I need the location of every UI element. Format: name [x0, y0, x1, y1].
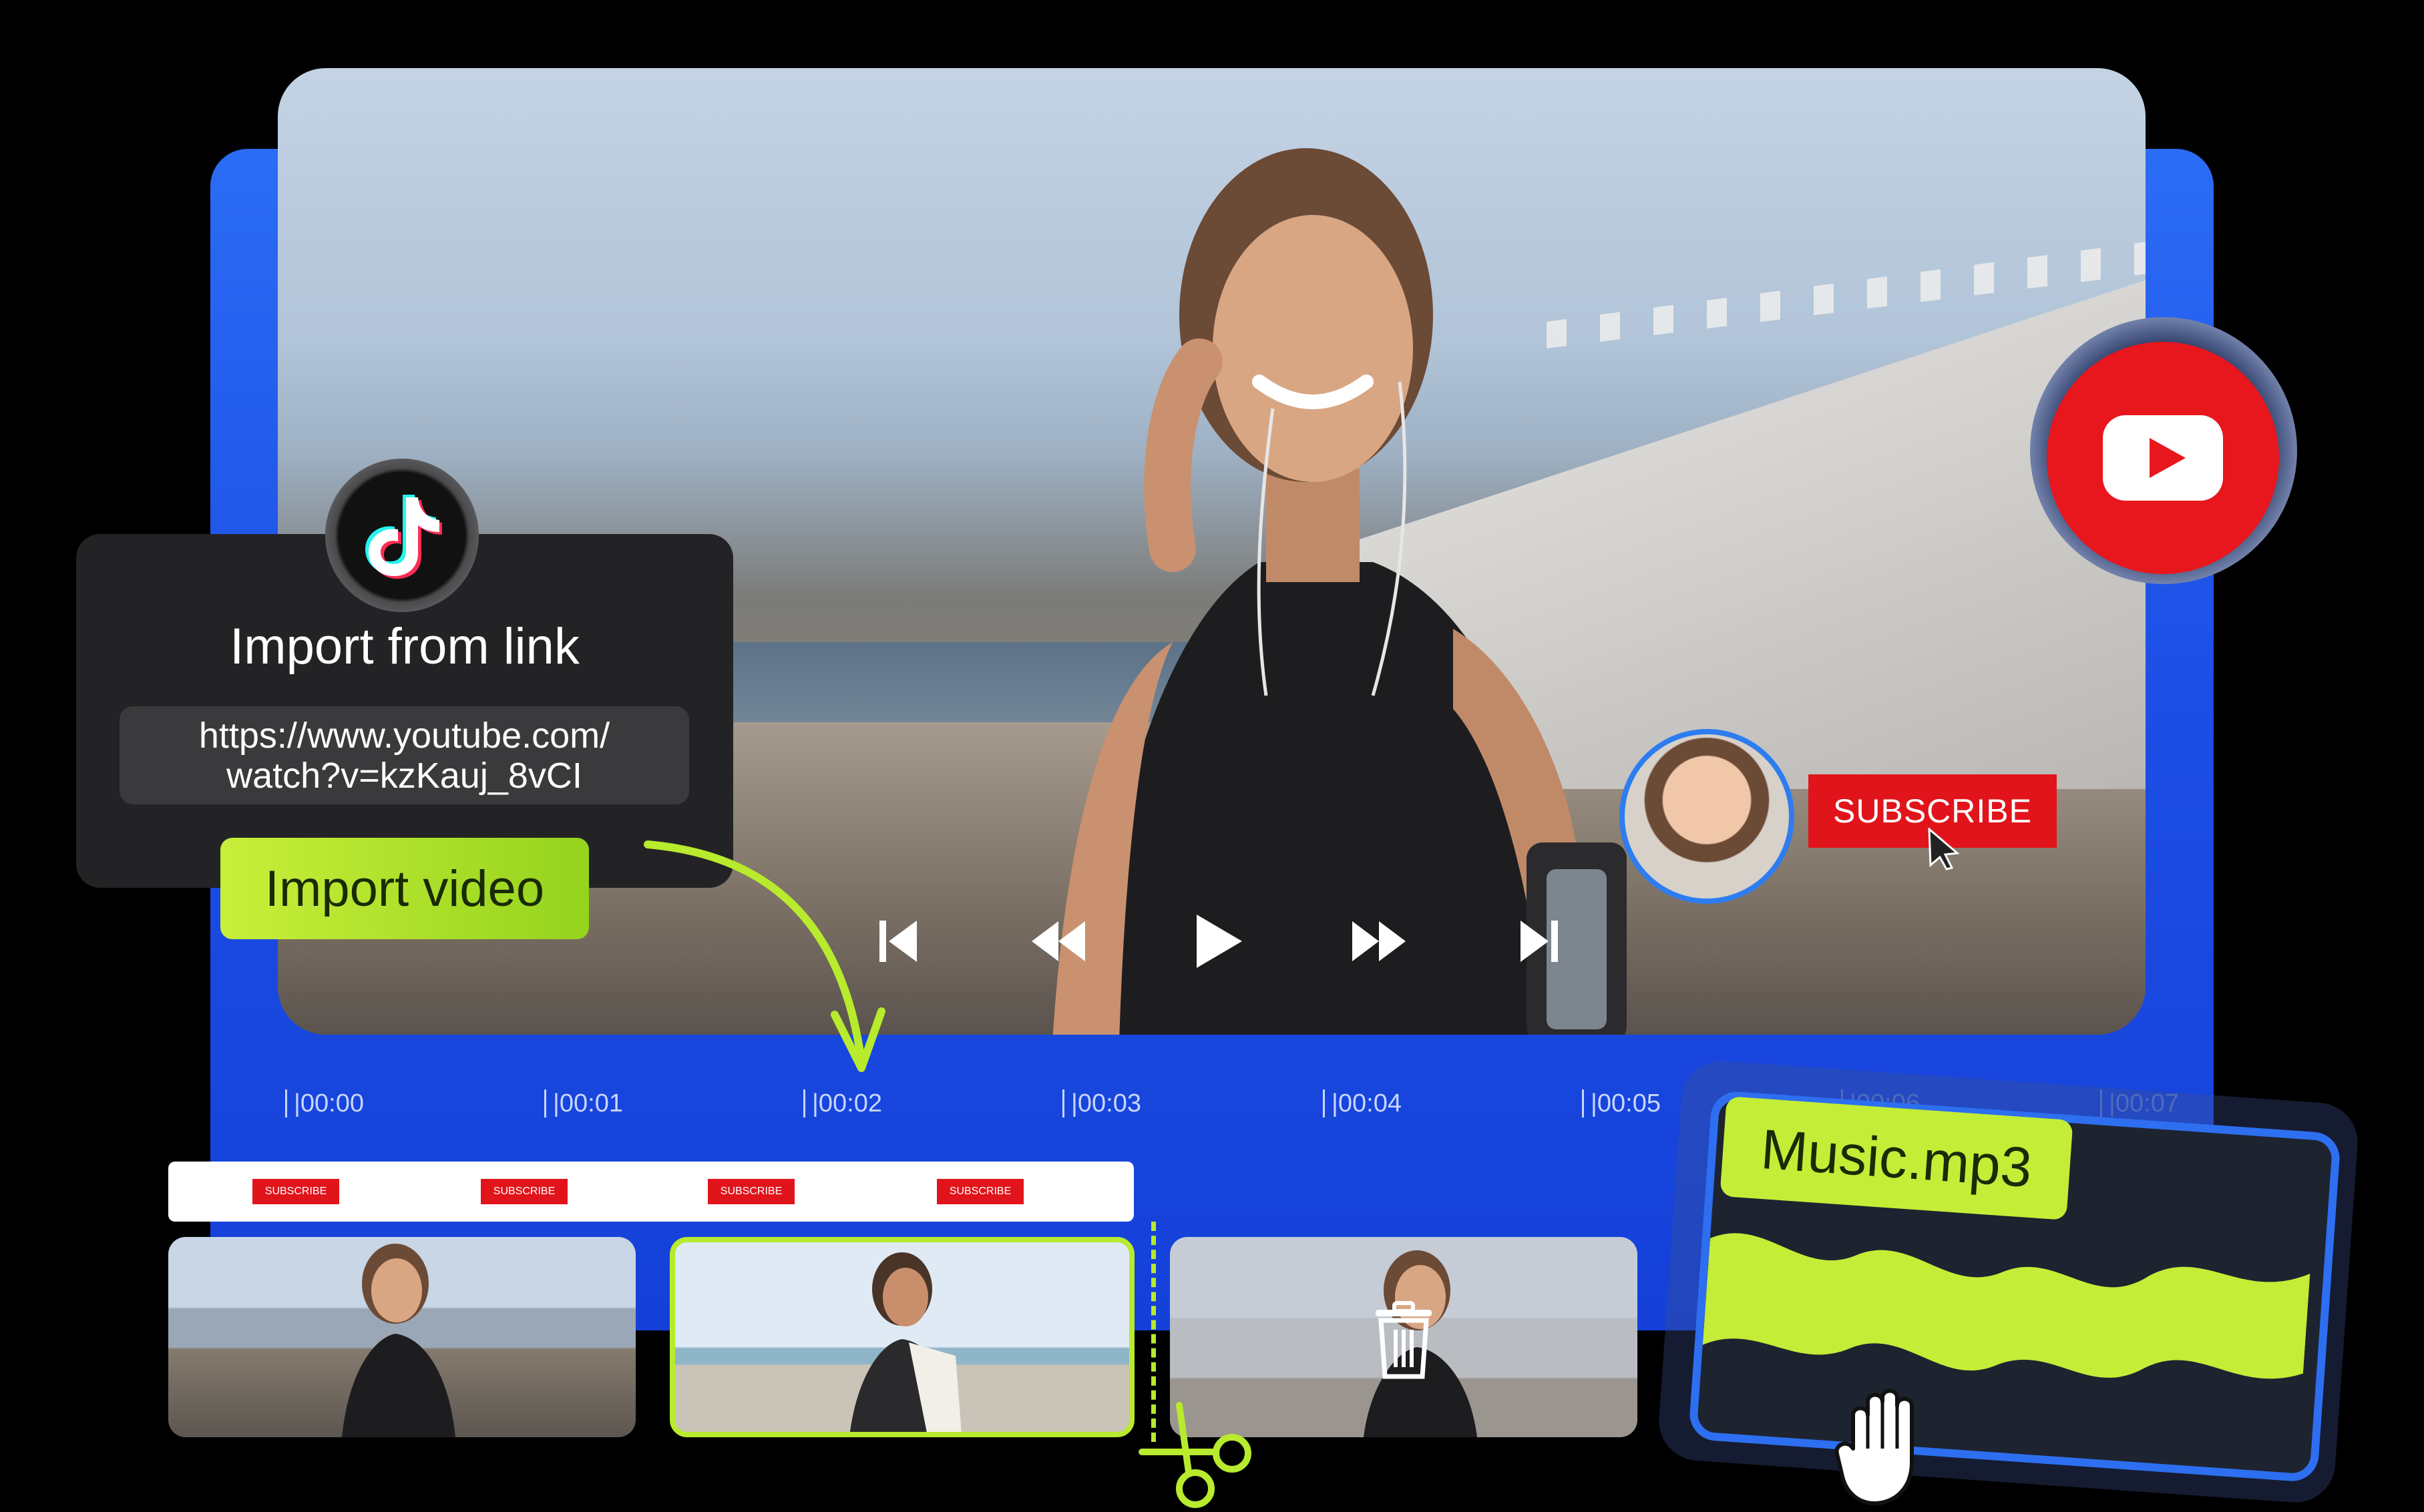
video-clip-1[interactable]	[168, 1237, 636, 1437]
timeline-tick: |00:05	[1582, 1089, 1661, 1117]
clip-thumbnail	[850, 1252, 962, 1432]
youtube-logo-icon[interactable]	[2047, 342, 2279, 574]
audio-waveform	[1702, 1233, 2310, 1379]
scissors-icon[interactable]	[1135, 1399, 1255, 1509]
timeline-tick: |00:04	[1323, 1089, 1402, 1117]
subscribe-clip[interactable]: SUBSCRIBE	[708, 1179, 795, 1204]
url-input[interactable]: https://www.youtube.com/ watch?v=kzKauj_…	[120, 706, 689, 804]
trash-icon[interactable]	[1370, 1300, 1437, 1380]
url-line-2: watch?v=kzKauj_8vCI	[226, 755, 582, 796]
import-video-button[interactable]: Import video	[220, 838, 589, 939]
timeline-tick: |00:02	[803, 1089, 882, 1117]
timeline-tick: |00:00	[285, 1089, 364, 1117]
curved-arrow-icon	[644, 840, 885, 1072]
subscribe-label: SUBSCRIBE	[1833, 792, 2032, 830]
hand-cursor-icon	[1834, 1389, 1914, 1505]
import-video-label: Import video	[264, 860, 545, 917]
url-line-1: https://www.youtube.com/	[198, 715, 610, 756]
rewind-icon[interactable]	[1028, 911, 1088, 971]
timeline-tick: |00:03	[1062, 1089, 1141, 1117]
fast-forward-icon[interactable]	[1349, 911, 1409, 971]
timeline-tick: |00:01	[544, 1089, 623, 1117]
tiktok-logo-icon	[325, 459, 479, 612]
runner-figure	[1052, 148, 1627, 1035]
subscribe-clip[interactable]: SUBSCRIBE	[252, 1179, 339, 1204]
import-panel-title: Import from link	[230, 618, 580, 675]
playback-controls	[868, 908, 1569, 975]
channel-avatar	[1619, 729, 1794, 904]
cursor-arrow-icon	[1928, 828, 1960, 870]
clip-thumbnail	[342, 1244, 455, 1437]
video-clip-2-selected[interactable]	[670, 1237, 1135, 1437]
play-icon[interactable]	[1189, 911, 1249, 971]
skip-forward-icon[interactable]	[1509, 911, 1569, 971]
subscribe-clip[interactable]: SUBSCRIBE	[937, 1179, 1024, 1204]
subscribe-clip[interactable]: SUBSCRIBE	[481, 1179, 568, 1204]
